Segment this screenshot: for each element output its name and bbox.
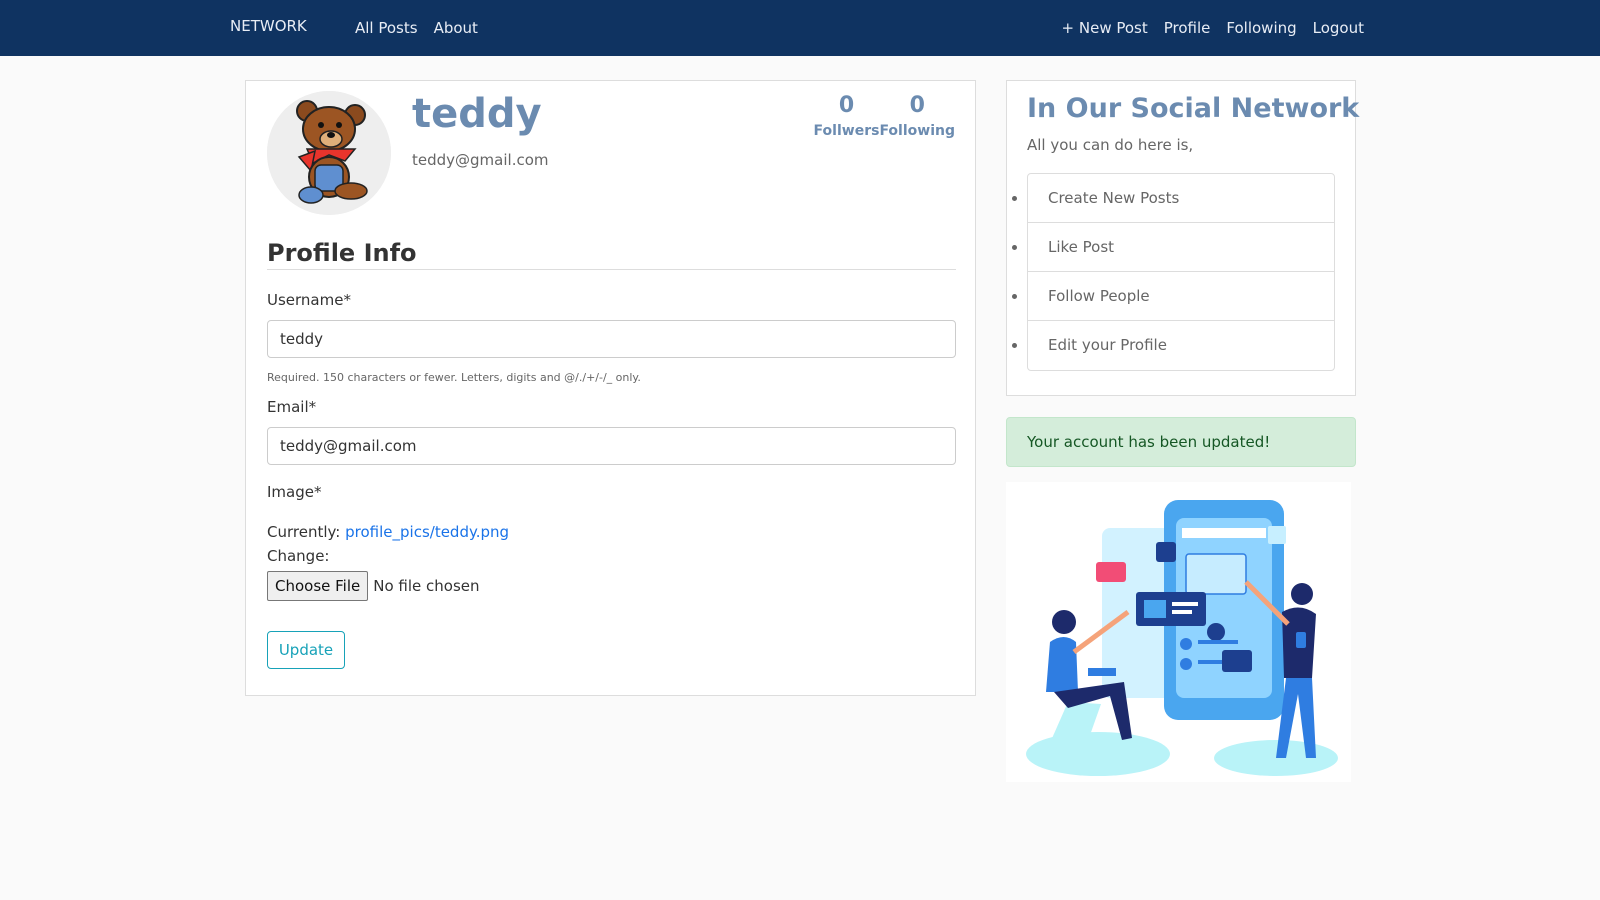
teddy-bear-image [267, 91, 391, 215]
file-input: Choose File No file chosen [267, 571, 480, 601]
update-button[interactable]: Update [267, 631, 345, 669]
section-divider [267, 269, 956, 270]
username-help-text: Required. 150 characters or fewer. Lette… [267, 371, 641, 384]
email-label: Email* [267, 398, 317, 416]
nav-logout-link[interactable]: Logout [1313, 19, 1364, 37]
feature-list: Create New Posts Like Post Follow People… [1027, 173, 1335, 371]
nav-about-link[interactable]: About [434, 19, 478, 37]
currently-row: Currently: profile_pics/teddy.png [267, 523, 509, 541]
nav-new-post-link[interactable]: + New Post [1062, 19, 1148, 37]
top-navbar: NETWORK All Posts About + New Post Profi… [0, 0, 1600, 56]
nav-all-posts-link[interactable]: All Posts [355, 19, 418, 37]
currently-label: Currently: [267, 523, 341, 541]
sidebar-title: In Our Social Network [1027, 93, 1360, 124]
choose-file-button[interactable]: Choose File [267, 571, 369, 601]
following-stat[interactable]: 0 Following [879, 93, 955, 139]
profile-info-title: Profile Info [267, 239, 417, 267]
profile-username-heading: teddy [412, 91, 542, 137]
brand-link[interactable]: NETWORK [230, 17, 307, 35]
change-label: Change: [267, 547, 330, 565]
nav-right-links: + New Post Profile Following Logout [1062, 19, 1364, 37]
nav-profile-link[interactable]: Profile [1164, 19, 1211, 37]
list-item: Follow People [1028, 272, 1334, 321]
followers-label: Follwers [813, 123, 880, 139]
image-label: Image* [267, 483, 322, 501]
success-alert: Your account has been updated! [1006, 417, 1356, 467]
sidebar-subtitle: All you can do here is, [1027, 136, 1194, 154]
nav-following-link[interactable]: Following [1226, 19, 1296, 37]
profile-card: teddy teddy@gmail.com 0 Follwers 0 Follo… [245, 80, 976, 696]
avatar [267, 91, 391, 215]
followers-stat[interactable]: 0 Follwers [814, 93, 880, 139]
sidebar-card: In Our Social Network All you can do her… [1006, 80, 1360, 396]
people-phone-illustration [1026, 500, 1338, 776]
email-input[interactable]: teddy@gmail.com [267, 427, 956, 465]
following-count: 0 [909, 93, 925, 118]
social-network-illustration [1006, 482, 1351, 782]
list-item: Edit your Profile [1028, 321, 1334, 370]
profile-email-text: teddy@gmail.com [412, 151, 549, 169]
username-input[interactable]: teddy [267, 320, 956, 358]
nav-left-links: All Posts About [355, 19, 478, 37]
followers-count: 0 [838, 93, 855, 118]
list-item: Create New Posts [1028, 174, 1334, 223]
file-status-text: No file chosen [373, 577, 480, 595]
username-label: Username* [267, 291, 351, 309]
current-image-link[interactable]: profile_pics/teddy.png [345, 523, 509, 541]
following-label: Following [879, 123, 955, 139]
list-item: Like Post [1028, 223, 1334, 272]
follow-stats: 0 Follwers 0 Following [814, 93, 955, 139]
